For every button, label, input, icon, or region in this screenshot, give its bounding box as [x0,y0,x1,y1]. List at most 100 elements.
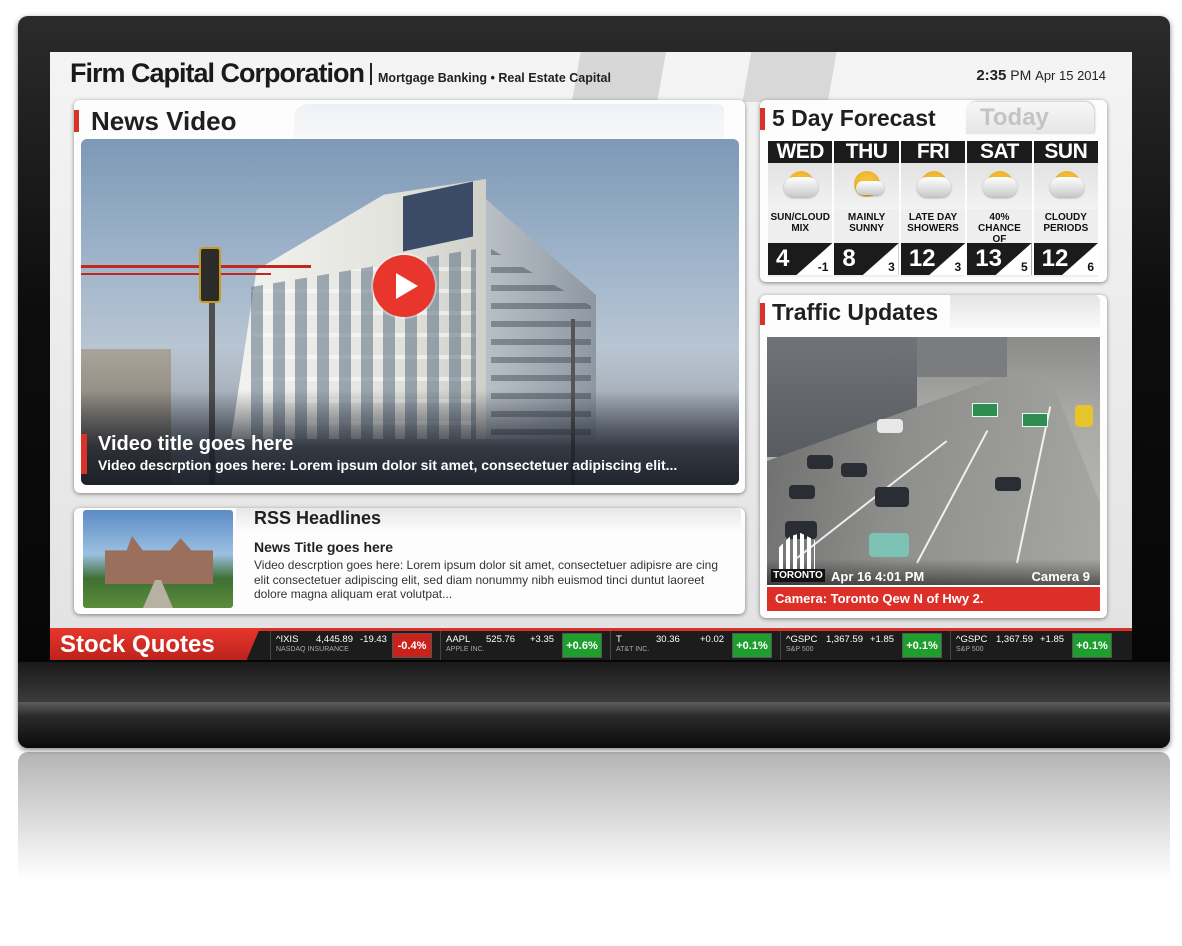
section-marker [74,110,79,132]
quote-price: 30.36 [656,634,680,645]
highway-sign [1022,413,1048,427]
section-marker [760,303,765,325]
day-temperatures: 13 5 [967,243,1032,275]
ticker-items: ^IXIS NASDAQ INSURANCE 4,445.89 -19.43 -… [270,631,1120,660]
quote-symbol: T [616,634,622,645]
brand-divider [370,62,373,85]
brand-tagline: Mortgage Banking • Real Estate Capital [378,71,611,85]
brand-name: Firm Capital Corporation [70,58,365,88]
showers-icon [967,163,1032,209]
highway-sign [972,403,998,417]
day-temperatures: 12 6 [1033,243,1099,275]
forecast-day: THU MAINLY SUNNY 83 [834,141,899,277]
quote-change: -19.43 [360,634,387,645]
quote-price: 525.76 [486,634,516,645]
car [869,533,909,557]
temp-high: 8 [842,245,856,272]
traffic-light-icon [199,247,221,303]
video-thumbnail-crane-arm [81,273,271,275]
quote-change: +3.35 [530,634,555,645]
quote-change: +0.02 [700,634,725,645]
day-temperatures: 83 [834,243,899,275]
temp-high: 12 [908,245,936,272]
traffic-camera-feed[interactable]: TORONTO Apr 16 4:01 PM Camera 9 [767,337,1100,585]
quote-symbol: AAPL [446,634,471,645]
day-condition: MAINLY SUNNY [847,212,886,234]
rss-description: Video descrption goes here: Lorem ipsum … [254,558,719,601]
traffic-panel-title: Traffic Updates [772,299,939,325]
tab-today[interactable]: Today [966,102,1094,134]
quote-percent-badge: +0.6% [562,633,602,658]
quote-percent-badge: -0.4% [392,633,432,658]
stock-ticker: Stock Quotes ^IXIS NASDAQ INSURANCE 4,44… [50,628,1132,660]
car [789,485,815,499]
rss-headlines-panel: RSS Headlines News Title goes here Video… [74,508,745,614]
stock-quote: AAPL APPLE INC. 525.76 +3.35 +0.6% [440,631,610,660]
day-name: FRI [900,141,966,163]
video-thumbnail-crane [81,265,311,268]
quote-price: 1,367.59 [996,634,1033,645]
clock: 2:35 PM Apr 15 2014 [976,67,1106,84]
forecast-day: WED SUN/CLOUD MIX 4 -1 [768,141,833,277]
section-marker [760,108,765,130]
car [995,477,1021,491]
quote-change: +1.85 [1040,634,1065,645]
signage-screen: Firm Capital Corporation Mortgage Bankin… [50,52,1132,660]
car [841,463,867,477]
day-condition: LATE DAY SHOWERS [907,212,959,234]
temp-high: 13 [975,245,1002,272]
quote-name: APPLE INC. [446,646,485,653]
day-name: THU [834,141,899,163]
quote-percent-badge: +0.1% [902,633,942,658]
day-temperatures: 4 -1 [768,243,833,275]
tv-stand-base [18,662,1170,748]
video-player[interactable]: Video title goes here Video descrption g… [81,139,739,485]
rss-news-title[interactable]: News Title goes here [254,539,393,555]
video-title: Video title goes here [98,433,294,455]
stock-quote: ^IXIS NASDAQ INSURANCE 4,445.89 -19.43 -… [270,631,440,660]
rss-thumbnail[interactable] [83,510,233,608]
quote-name: S&P 500 [956,646,984,653]
sunny-icon [834,163,899,209]
car [807,455,833,469]
day-name: SUN [1033,141,1099,163]
news-panel-title: News Video [91,106,237,136]
camera-timestamp: Apr 16 4:01 PM [831,569,925,584]
quote-name: AT&T INC. [616,646,650,653]
news-header-decoration [294,104,724,140]
temp-low: 3 [888,260,895,274]
temp-high: 12 [1041,245,1069,272]
brand-header: Firm Capital Corporation Mortgage Bankin… [70,58,611,89]
play-button-icon[interactable] [373,255,435,317]
ticker-label: Stock Quotes [50,628,260,660]
forecast-days: WED SUN/CLOUD MIX 4 -1 THU MAINLY SUNNY 83 … [768,141,1099,277]
car [877,419,903,433]
forecast-panel-title[interactable]: 5 Day Forecast [772,105,936,132]
temp-low: 6 [1087,260,1095,274]
day-condition: CLOUDY PERIODS [1043,212,1089,234]
toronto-logo-text: TORONTO [771,569,825,582]
car [875,487,909,507]
video-description: Video descrption goes here: Lorem ipsum … [98,457,678,473]
day-name: WED [768,141,833,163]
quote-percent-badge: +0.1% [732,633,772,658]
rss-thumbnail-building [105,536,213,584]
quote-percent-badge: +0.1% [1072,633,1112,658]
temp-low: -1 [817,260,829,274]
temp-low: 3 [954,260,962,274]
rss-thumbnail-path [143,580,173,608]
traffic-panel: Traffic Updates TORONTO Apr 16 4:01 PM C… [760,295,1107,618]
quote-change: +1.85 [870,634,895,645]
quote-name: NASDAQ INSURANCE [276,646,349,653]
forecast-panel: Today 5 Day Forecast WED SUN/CLOUD MIX 4 -… [760,100,1107,282]
toronto-logo-icon: TORONTO [771,533,825,583]
forecast-day: FRI LATE DAY SHOWERS 12 3 [900,141,966,277]
temp-high: 4 [776,245,790,272]
car [1075,405,1093,427]
day-temperatures: 12 3 [900,243,966,275]
tv-reflection [18,752,1170,902]
quote-symbol: ^GSPC [956,634,988,645]
quote-price: 1,367.59 [826,634,863,645]
traffic-header-decoration [950,295,1100,329]
day-condition: SUN/CLOUD MIX [770,212,830,234]
